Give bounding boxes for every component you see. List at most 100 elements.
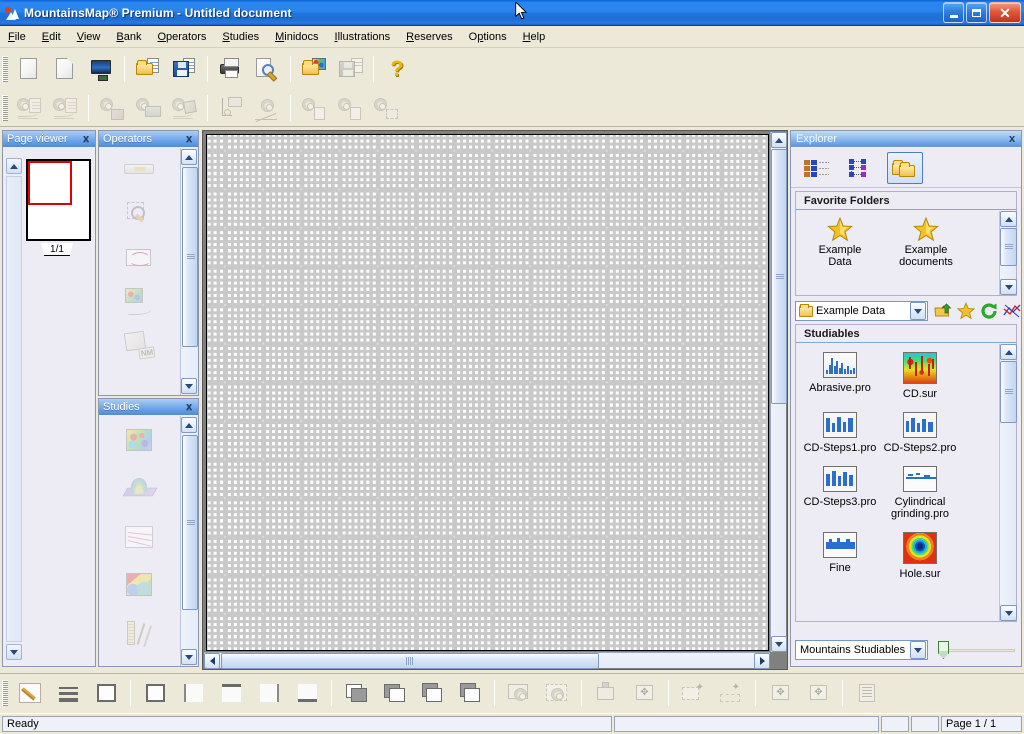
border-left-button[interactable] <box>175 677 211 709</box>
menu-illustrations[interactable]: Illustrations <box>327 28 399 46</box>
studiable-cylindrical-grinding-pro[interactable]: Cylindrical grinding.pro <box>880 466 960 520</box>
menu-bank[interactable]: Bank <box>108 28 149 46</box>
view-tree-button[interactable] <box>843 152 879 184</box>
border-right-button[interactable] <box>251 677 287 709</box>
operators-scroll-thumb[interactable] <box>182 167 198 347</box>
align-center-button[interactable]: ✥ <box>762 677 798 709</box>
border-bottom-button[interactable] <box>289 677 325 709</box>
study-3d-view-button[interactable] <box>122 474 156 506</box>
operator-image-button[interactable] <box>95 92 129 124</box>
filter-button[interactable] <box>1002 301 1022 321</box>
menu-studies[interactable]: Studies <box>214 28 267 46</box>
border-top-button[interactable] <box>213 677 249 709</box>
edit-page-layout-button[interactable] <box>12 677 48 709</box>
screen-view-button[interactable] <box>84 53 118 85</box>
favorites-scroll-down-button[interactable] <box>1000 279 1017 295</box>
send-to-back-button[interactable] <box>376 677 412 709</box>
favorite-example-documents[interactable]: Example documents <box>890 217 962 268</box>
studies-scroll-thumb[interactable] <box>182 435 198 610</box>
studiable-cd-steps2-pro[interactable]: CD-Steps2.pro <box>880 412 960 454</box>
up-one-level-button[interactable] <box>933 301 953 321</box>
menu-view[interactable]: View <box>69 28 109 46</box>
study-curves-button[interactable] <box>122 522 156 554</box>
toolbar-grip[interactable] <box>2 680 8 706</box>
close-button[interactable]: ✕ <box>989 2 1021 23</box>
new-from-template-button[interactable] <box>48 53 82 85</box>
document-horizontal-scroll-thumb[interactable] <box>221 653 599 669</box>
report-properties-button[interactable] <box>849 677 885 709</box>
operators-scroll-down-button[interactable] <box>181 378 197 394</box>
save-document-button[interactable] <box>167 53 201 85</box>
distribute-button[interactable]: ✥ <box>800 677 836 709</box>
studies-scrollbar[interactable] <box>180 416 198 666</box>
close-icon[interactable]: x <box>80 133 92 145</box>
bring-forward-button[interactable] <box>414 677 450 709</box>
menu-reserves[interactable]: Reserves <box>398 28 460 46</box>
menu-edit[interactable]: Edit <box>34 28 69 46</box>
help-button[interactable]: ? <box>380 53 414 85</box>
studiable-fine[interactable]: Fine <box>800 532 880 580</box>
favorites-scrollbar[interactable] <box>999 211 1017 295</box>
move-object-button[interactable]: ✥ <box>626 677 662 709</box>
menu-help[interactable]: Help <box>515 28 554 46</box>
toolbar-grip[interactable] <box>2 56 8 82</box>
study-chart-button[interactable] <box>214 92 248 124</box>
menu-file[interactable]: File <box>0 28 34 46</box>
paste-object-button[interactable] <box>588 677 624 709</box>
favorites-scroll-up-button[interactable] <box>1000 211 1017 227</box>
favorite-example-data[interactable]: Example Data <box>804 217 876 268</box>
frame-all-borders-button[interactable] <box>88 677 124 709</box>
operators-scroll-up-button[interactable] <box>181 149 197 165</box>
page-viewer-scroll-down-button[interactable] <box>6 644 22 660</box>
page-viewer-scrollbar[interactable] <box>6 176 22 642</box>
operators-scrollbar[interactable] <box>180 148 198 395</box>
studiables-scroll-up-button[interactable] <box>1000 344 1017 360</box>
extract-profile-button[interactable] <box>12 92 46 124</box>
operator-extract-profile-button[interactable] <box>122 286 156 316</box>
study-profile-button[interactable] <box>250 92 284 124</box>
add-favorite-button[interactable] <box>956 301 976 321</box>
operator-threshold-button[interactable] <box>122 242 156 272</box>
study-colormap-button[interactable] <box>122 426 156 458</box>
minidoc-1-button[interactable] <box>297 92 331 124</box>
restore-button[interactable] <box>966 2 987 23</box>
close-icon[interactable]: x <box>1006 133 1018 145</box>
line-styles-button[interactable] <box>50 677 86 709</box>
add-region-button[interactable]: ✦ <box>713 677 749 709</box>
operator-surface-button[interactable] <box>131 92 165 124</box>
border-box-button[interactable] <box>137 677 173 709</box>
page-thumbnail[interactable] <box>26 159 91 241</box>
studiables-scroll-thumb[interactable] <box>1000 361 1017 423</box>
studiable-type-combo[interactable]: Mountains Studiables <box>795 640 928 660</box>
slider-knob[interactable] <box>938 641 949 659</box>
document-vertical-scroll-thumb[interactable] <box>771 149 787 404</box>
studies-scroll-up-button[interactable] <box>181 417 197 433</box>
menu-options[interactable]: Options <box>461 28 515 46</box>
minidoc-3-button[interactable] <box>369 92 403 124</box>
print-button[interactable] <box>214 53 248 85</box>
open-document-button[interactable] <box>131 53 165 85</box>
document-scroll-up-button[interactable] <box>771 132 787 148</box>
menu-operators[interactable]: Operators <box>149 28 214 46</box>
studiable-cd-steps1-pro[interactable]: CD-Steps1.pro <box>800 412 880 454</box>
insert-image-button[interactable] <box>501 677 537 709</box>
document-scroll-left-button[interactable] <box>204 653 220 669</box>
studies-scroll-down-button[interactable] <box>181 649 197 665</box>
minimize-button[interactable] <box>943 2 964 23</box>
operator-curve-button[interactable] <box>167 92 201 124</box>
close-icon[interactable]: x <box>183 401 195 413</box>
operator-level-button[interactable] <box>122 154 156 184</box>
select-objects-button[interactable] <box>539 677 575 709</box>
studiables-scrollbar[interactable] <box>999 344 1017 621</box>
folder-path-combo[interactable]: Example Data <box>795 301 928 321</box>
refresh-button[interactable] <box>979 301 999 321</box>
document-vertical-scrollbar[interactable] <box>770 132 787 652</box>
add-object-button[interactable]: ✦ <box>675 677 711 709</box>
operator-zoom-button[interactable] <box>122 198 156 228</box>
view-details-button[interactable] <box>799 152 835 184</box>
extract-profile-series-button[interactable] <box>48 92 82 124</box>
study-measure-button[interactable] <box>122 618 156 650</box>
studiables-scroll-down-button[interactable] <box>1000 605 1017 621</box>
chevron-down-icon[interactable] <box>910 302 926 320</box>
new-document-button[interactable] <box>12 53 46 85</box>
